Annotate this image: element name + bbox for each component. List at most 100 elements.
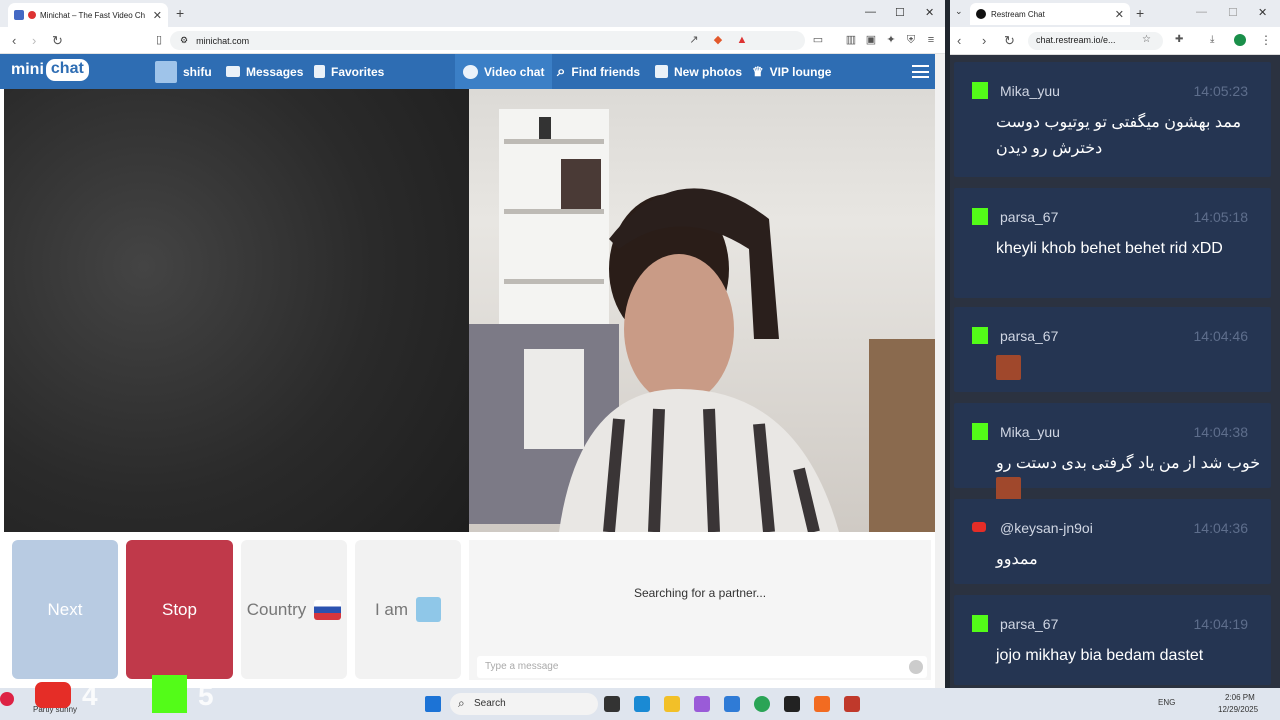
nav-new-photos-label: New photos — [674, 64, 742, 79]
nav-favorites-label: Favorites — [331, 64, 385, 79]
nav-video-chat[interactable]: Video chat — [455, 54, 553, 89]
more-icon[interactable]: ⋮ — [1260, 33, 1272, 47]
maximize-button-2[interactable]: ☐ — [1228, 6, 1238, 19]
clock-date[interactable]: 12/29/2025 — [1218, 705, 1258, 714]
edge-icon[interactable] — [634, 696, 650, 712]
task-view-icon[interactable] — [604, 696, 620, 712]
video-chat-icon — [463, 64, 478, 79]
bookmark-icon[interactable]: ▯ — [153, 34, 165, 46]
kick-icon — [972, 423, 988, 440]
reload-icon[interactable]: ↻ — [52, 33, 63, 49]
menu-icon[interactable]: ≡ — [925, 34, 937, 46]
site-navigation: mini chat shifu Messages Favorites Video… — [0, 54, 945, 89]
avatar — [155, 60, 177, 83]
tab-close-icon[interactable]: ✕ — [153, 9, 162, 22]
chat-timestamp: 14:05:23 — [1193, 83, 1249, 99]
leo-icon[interactable]: ✦ — [885, 34, 897, 46]
site-favicon-icon — [14, 10, 24, 20]
message-input[interactable]: Type a message — [477, 656, 927, 678]
share-icon[interactable]: ↗ — [688, 34, 700, 46]
reader-icon[interactable]: ▭ — [812, 34, 824, 46]
logo-text-chat: chat — [45, 59, 89, 81]
chat-timestamp: 14:04:46 — [1193, 328, 1249, 344]
stop-button[interactable]: Stop — [126, 540, 233, 679]
back-icon[interactable]: ‹ — [12, 33, 16, 48]
minimize-button[interactable]: — — [865, 6, 876, 18]
forward-icon-2[interactable]: › — [982, 33, 986, 48]
new-tab-button-2[interactable]: + — [1136, 5, 1144, 21]
language-indicator[interactable]: ENG — [1158, 698, 1175, 707]
back-icon-2[interactable]: ‹ — [957, 33, 961, 48]
user-icon — [416, 597, 442, 622]
taskbar-search[interactable]: ⌕ Search — [450, 693, 598, 715]
close-window-button-2[interactable]: ✕ — [1258, 6, 1267, 19]
profile-avatar[interactable] — [1234, 34, 1246, 46]
tab-search-icon[interactable]: ⌄ — [955, 6, 963, 17]
nav-messages[interactable]: Messages — [226, 54, 303, 89]
chat-message: Mika_yuu 14:04:38 خوب شد از من یاد گرفتی… — [954, 403, 1271, 503]
store-icon[interactable] — [724, 696, 740, 712]
minichat-logo[interactable]: mini chat — [11, 59, 89, 81]
nav-favorites[interactable]: Favorites — [314, 54, 384, 89]
country-button-label: Country — [246, 599, 307, 619]
tab-restream[interactable]: Restream Chat ✕ — [970, 3, 1130, 25]
hamburger-menu-icon[interactable] — [912, 65, 929, 78]
webcam-image — [469, 109, 935, 532]
forward-icon[interactable]: › — [32, 33, 36, 48]
kick-icon — [972, 82, 988, 99]
clock-time[interactable]: 2:06 PM — [1225, 693, 1255, 702]
taskbar-search-label: Search — [474, 698, 506, 709]
country-button[interactable]: Country — [241, 540, 347, 679]
iam-button[interactable]: I am — [355, 540, 461, 679]
new-tab-button[interactable]: + — [176, 5, 184, 21]
kick-overlay-icon — [152, 675, 187, 713]
app-icon[interactable] — [844, 696, 860, 712]
chat-emote-row — [996, 355, 1247, 381]
envelope-icon — [226, 66, 240, 77]
chat-timestamp: 14:04:38 — [1193, 424, 1249, 440]
self-camera-video — [469, 89, 935, 532]
nav-new-photos[interactable]: New photos — [655, 54, 742, 89]
page-scrollbar[interactable] — [935, 54, 945, 688]
chrome-icon[interactable] — [754, 696, 770, 712]
download-icon[interactable]: ⤓ — [1210, 34, 1214, 45]
nav-vip-lounge[interactable]: ♛ VIP lounge — [752, 54, 831, 89]
brave-icon[interactable] — [814, 696, 830, 712]
chat-timestamp: 14:04:19 — [1193, 616, 1249, 632]
nav-profile[interactable]: shifu — [155, 54, 212, 89]
text-chat-pane: Searching for a partner... Type a messag… — [469, 540, 931, 680]
obs-icon[interactable] — [784, 696, 800, 712]
chat-text: jojo mikhay bia bedam dastet — [996, 647, 1204, 664]
vpn-icon[interactable]: ⛨ — [905, 34, 917, 46]
minimize-button-2[interactable]: — — [1196, 6, 1207, 18]
rewards-icon[interactable]: ▲ — [736, 34, 748, 46]
maximize-button[interactable]: ☐ — [895, 6, 905, 19]
emoji-icon[interactable] — [909, 660, 923, 674]
next-button[interactable]: Next — [12, 540, 118, 679]
close-window-button[interactable]: ✕ — [925, 6, 934, 19]
tab-strip: Minichat – The Fast Video Ch ✕ + — ☐ ✕ — [0, 0, 945, 27]
windows-start-icon[interactable] — [425, 696, 441, 712]
crown-icon: ♛ — [752, 63, 764, 79]
url-field[interactable]: ⚙ minichat.com — [170, 31, 805, 50]
tab2-close-icon[interactable]: ✕ — [1115, 8, 1124, 21]
url-text-2: chat.restream.io/e... — [1036, 35, 1116, 45]
site-info-icon[interactable]: ⚙ — [180, 35, 188, 46]
tab2-title: Restream Chat — [991, 9, 1045, 19]
tab-minichat[interactable]: Minichat – The Fast Video Ch ✕ — [8, 3, 168, 27]
stop-button-label: Stop — [162, 599, 197, 619]
kick-icon — [972, 208, 988, 225]
reload-icon-2[interactable]: ↻ — [1004, 33, 1015, 49]
youtube-icon — [972, 522, 986, 532]
chat-text: ممدوو — [996, 551, 1038, 568]
kick-icon — [972, 327, 988, 344]
nav-find-friends[interactable]: ⌕ Find friends — [557, 54, 640, 89]
file-explorer-icon[interactable] — [664, 696, 680, 712]
copilot-icon[interactable] — [694, 696, 710, 712]
extensions-icon[interactable]: ✚ — [1175, 34, 1183, 45]
brave-shield-icon[interactable]: ◆ — [712, 34, 724, 46]
wallet-icon[interactable]: ▣ — [865, 34, 877, 46]
star-icon[interactable]: ☆ — [1142, 34, 1151, 45]
windows-taskbar: Partly sunny ⌕ Search ENG 2:06 PM 12/29/… — [0, 688, 1280, 720]
sidebar-icon[interactable]: ▥ — [845, 34, 857, 46]
